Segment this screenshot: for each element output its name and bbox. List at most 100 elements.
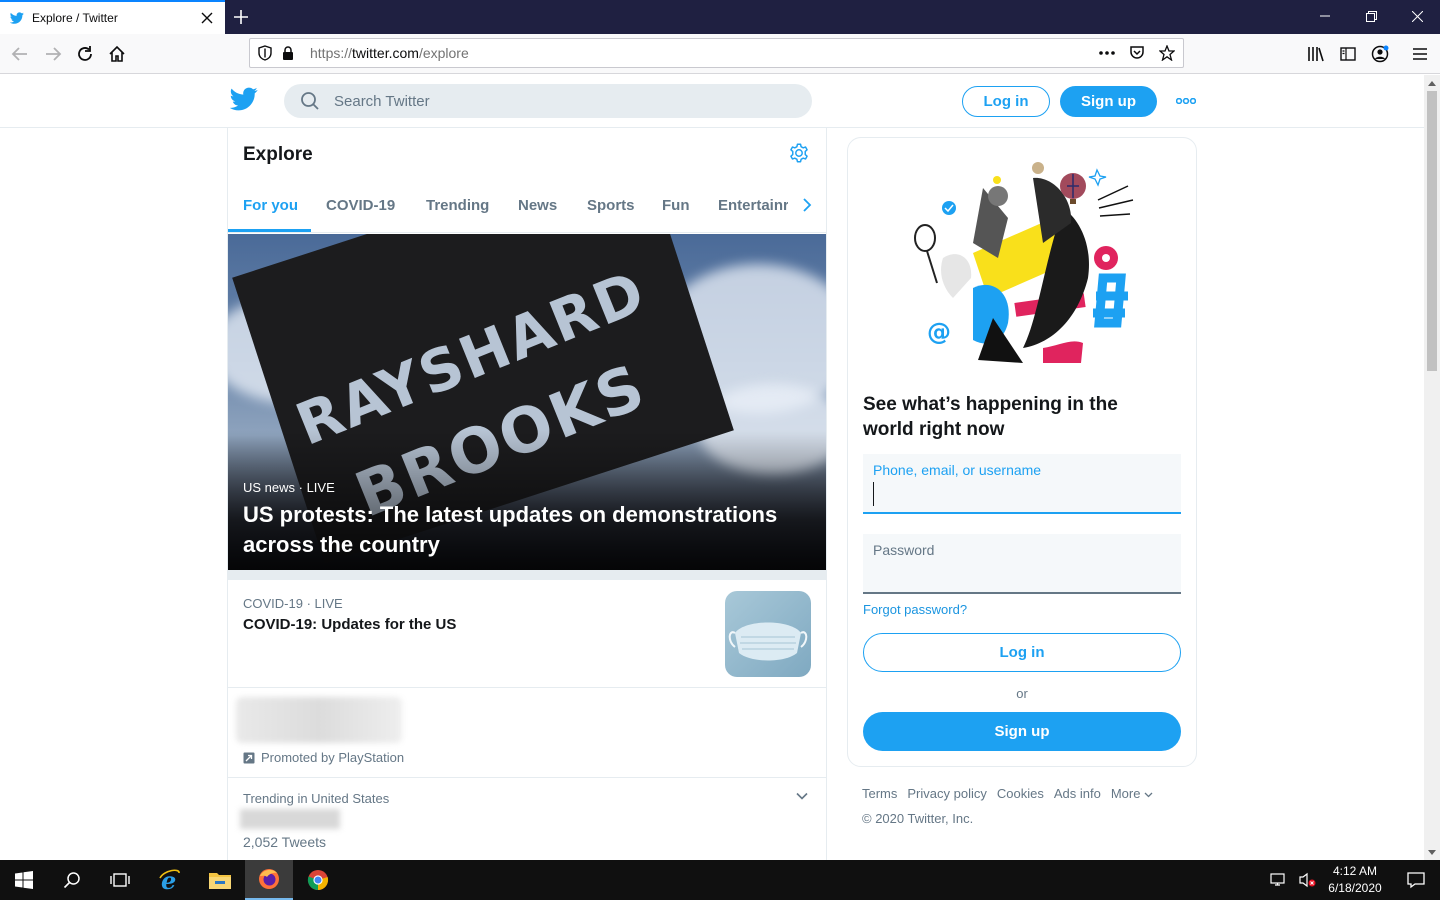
footer-more-link[interactable]: More: [1111, 786, 1153, 801]
browser-tab[interactable]: Explore / Twitter: [0, 0, 225, 34]
twitter-favicon-icon: [10, 11, 24, 25]
signup-button[interactable]: Sign up: [863, 712, 1181, 751]
search-icon: [300, 91, 320, 111]
tab-sports[interactable]: Sports: [587, 178, 635, 233]
promoted-content: [236, 697, 402, 743]
divider: [228, 570, 826, 580]
url-scheme: https://: [310, 45, 353, 61]
story-meta: COVID-19 · LIVE: [243, 596, 343, 611]
search-input[interactable]: [334, 92, 774, 110]
trend-meta: Trending in United States: [243, 791, 390, 806]
tab-title: Explore / Twitter: [32, 11, 118, 25]
collage-illustration: @: [903, 148, 1148, 378]
bookmark-star-icon[interactable]: [1157, 43, 1177, 63]
chevron-down-icon[interactable]: [795, 789, 813, 807]
footer-terms-link[interactable]: Terms: [862, 786, 897, 801]
signup-card-title: See what’s happening in the world right …: [863, 394, 1118, 440]
account-icon[interactable]: [1366, 40, 1394, 68]
browser-tabbar: Explore / Twitter: [0, 0, 1440, 34]
tab-entertainment[interactable]: Entertainr: [718, 178, 788, 233]
file-explorer-icon[interactable]: [196, 860, 244, 900]
windows-start-icon[interactable]: [0, 860, 48, 900]
promoted-icon: [243, 752, 255, 764]
minimize-window-icon[interactable]: [1302, 0, 1348, 32]
forward-icon[interactable]: [39, 40, 67, 68]
menu-icon[interactable]: [1406, 40, 1434, 68]
svg-text:@: @: [927, 318, 951, 346]
clock-date: 6/18/2020: [1328, 881, 1382, 895]
network-icon[interactable]: [1264, 860, 1294, 900]
library-icon[interactable]: [1302, 40, 1330, 68]
hero-headline[interactable]: US protests: The latest updates on demon…: [243, 500, 803, 560]
task-view-icon[interactable]: [96, 860, 144, 900]
tab-covid-19[interactable]: COVID-19: [326, 178, 395, 233]
tab-news[interactable]: News: [518, 178, 557, 233]
reload-icon[interactable]: [71, 40, 99, 68]
restore-window-icon[interactable]: [1348, 0, 1394, 32]
search-box[interactable]: [284, 84, 812, 118]
trend-item[interactable]: Trending in United States 2,052 Tweets: [228, 779, 826, 860]
back-icon[interactable]: [6, 40, 34, 68]
promoted-item[interactable]: Promoted by PlayStation: [228, 689, 826, 778]
trend-count: 2,052 Tweets: [243, 834, 327, 850]
more-icon[interactable]: [1174, 91, 1198, 111]
phone-email-label: Phone, email, or username: [873, 462, 1042, 478]
hero-meta: US news · LIVE: [243, 480, 335, 495]
hero-story[interactable]: RAYSHARD BROOKS US news · LIVE US protes…: [228, 234, 826, 570]
scrollbar-thumb[interactable]: [1427, 91, 1437, 371]
close-tab-icon[interactable]: [195, 6, 219, 30]
active-tab-indicator: [228, 229, 311, 232]
or-divider: or: [1016, 686, 1028, 701]
new-tab-button[interactable]: [229, 5, 253, 29]
notifications-icon[interactable]: [1392, 860, 1440, 900]
tab-fun[interactable]: Fun: [662, 178, 690, 233]
footer-cookies-link[interactable]: Cookies: [997, 786, 1044, 801]
chrome-icon[interactable]: [294, 860, 342, 900]
url-path: /explore: [418, 45, 469, 61]
system-clock[interactable]: 4:12 AM 6/18/2020: [1322, 863, 1388, 897]
password-field[interactable]: Password: [863, 534, 1181, 594]
explore-column: Explore For you COVID-19 Trending News S…: [227, 128, 827, 860]
news-story[interactable]: COVID-19 · LIVE COVID-19: Updates for th…: [228, 580, 826, 688]
address-bar[interactable]: https://twitter.com/explore: [249, 38, 1184, 68]
chevron-down-icon: [1144, 786, 1153, 801]
scroll-down-icon[interactable]: [1424, 845, 1440, 859]
twitter-logo-icon[interactable]: [230, 87, 258, 113]
header-signup-button[interactable]: Sign up: [1060, 86, 1157, 117]
scroll-up-icon[interactable]: [1424, 76, 1440, 90]
story-headline[interactable]: COVID-19: Updates for the US: [243, 616, 456, 633]
lock-icon[interactable]: [282, 46, 298, 60]
phone-email-field[interactable]: Phone, email, or username: [863, 454, 1181, 514]
header-login-button[interactable]: Log in: [962, 86, 1050, 117]
forgot-password-link[interactable]: Forgot password?: [863, 602, 967, 617]
page-scrollbar[interactable]: [1424, 75, 1440, 860]
web-page: Log in Sign up Explore For you COVID-19 …: [0, 75, 1424, 860]
clock-time: 4:12 AM: [1332, 864, 1378, 878]
promoted-text: Promoted by PlayStation: [261, 750, 405, 765]
promoted-label: Promoted by PlayStation: [243, 750, 404, 765]
trend-name: [240, 809, 340, 829]
page-actions-icon[interactable]: [1097, 43, 1117, 63]
text-cursor: [873, 482, 874, 506]
home-icon[interactable]: [103, 40, 131, 68]
url-text[interactable]: https://twitter.com/explore: [310, 45, 1097, 61]
tab-trending[interactable]: Trending: [426, 178, 489, 233]
taskbar: e 4:12 AM 6/18/2020: [0, 860, 1440, 900]
footer-ads-info-link[interactable]: Ads info: [1054, 786, 1101, 801]
explore-tabs: For you COVID-19 Trending News Sports Fu…: [228, 178, 826, 233]
search-icon[interactable]: [48, 860, 96, 900]
tab-for-you[interactable]: For you: [243, 178, 298, 233]
password-label: Password: [873, 542, 935, 558]
face-mask-thumbnail: [725, 591, 811, 677]
close-window-icon[interactable]: [1394, 0, 1440, 32]
footer-privacy-link[interactable]: Privacy policy: [907, 786, 986, 801]
volume-muted-icon[interactable]: [1294, 860, 1322, 900]
settings-icon[interactable]: [788, 142, 812, 166]
login-button[interactable]: Log in: [863, 633, 1181, 672]
tracking-shield-icon[interactable]: [258, 45, 274, 61]
sidebar-icon[interactable]: [1334, 40, 1362, 68]
firefox-icon[interactable]: [245, 860, 293, 900]
internet-explorer-icon[interactable]: e: [146, 860, 194, 900]
pocket-icon[interactable]: [1127, 43, 1147, 63]
chevron-right-icon[interactable]: [796, 194, 818, 216]
